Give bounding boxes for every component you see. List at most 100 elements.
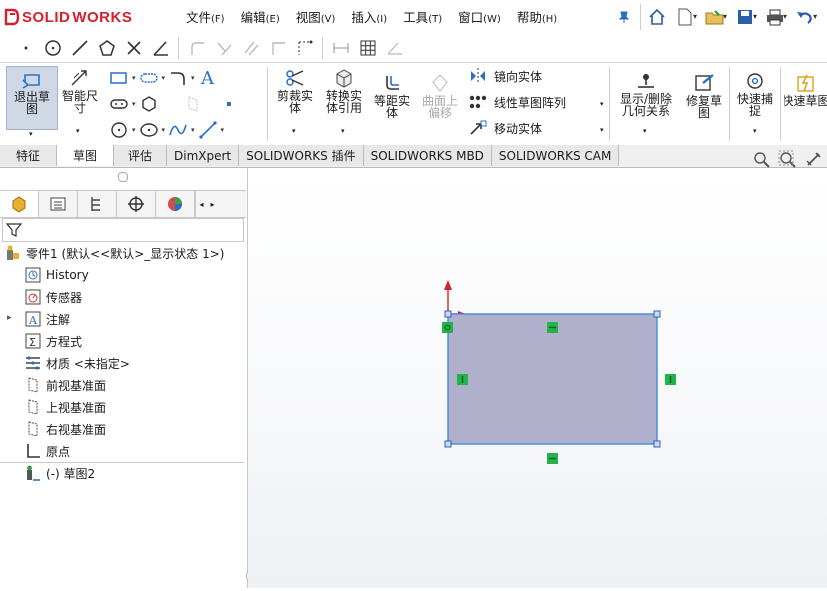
smart-dimension-button[interactable]: 智能尺寸: [58, 68, 102, 114]
menu-edit[interactable]: 编辑(E): [233, 7, 288, 26]
exit-sketch-button[interactable]: 退出草图: [6, 66, 58, 130]
move-dropdown-icon[interactable]: ▾: [600, 126, 604, 134]
horizontal-relation-icon[interactable]: [547, 322, 558, 333]
arc-tool-icon[interactable]: [167, 67, 189, 89]
open-dropdown-icon[interactable]: ▾: [723, 12, 727, 21]
linear-pattern-dropdown-icon[interactable]: ▾: [600, 100, 604, 108]
tab-sketch[interactable]: 草图: [57, 145, 114, 166]
tree-item-history[interactable]: History: [24, 266, 89, 284]
tree-item-front-plane[interactable]: 前视基准面: [24, 376, 106, 394]
polygon-small-tool-icon[interactable]: [138, 93, 160, 115]
circle-tool-icon[interactable]: [108, 119, 130, 141]
offset-entities-button[interactable]: 等距实体: [370, 73, 414, 119]
scroll-right-icon[interactable]: ▸: [210, 200, 214, 209]
menu-file[interactable]: 文件(F): [178, 7, 233, 26]
tree-item-sensors[interactable]: 传感器: [24, 288, 82, 306]
point-small-tool-icon[interactable]: [218, 93, 240, 115]
spline-tool-icon[interactable]: [167, 119, 189, 141]
tree-item-right-plane[interactable]: 右视基准面: [24, 420, 106, 438]
configuration-manager-tab-icon[interactable]: [78, 191, 117, 217]
tree-root-part[interactable]: 零件1 (默认<<默认>_显示状态 1>): [4, 244, 224, 262]
menu-help[interactable]: 帮助(H): [509, 7, 565, 26]
feature-tree-filter[interactable]: [2, 218, 244, 242]
tab-solidworks-mbd[interactable]: SOLIDWORKS MBD: [363, 145, 492, 166]
tab-solidworks-addins[interactable]: SOLIDWORKS 插件: [239, 145, 364, 166]
spline-dropdown-icon[interactable]: ▾: [191, 126, 195, 134]
corner-point[interactable]: [444, 440, 452, 448]
text-tool-icon[interactable]: A: [197, 67, 219, 89]
solidworks-logo[interactable]: SOLID WORKS: [4, 6, 132, 28]
trim-dropdown-icon[interactable]: ▾: [292, 127, 296, 135]
tree-item-annotations[interactable]: A 注解: [24, 310, 70, 328]
rectangle-dropdown-icon[interactable]: ▾: [132, 74, 136, 82]
tab-dimxpert[interactable]: DimXpert: [167, 145, 240, 166]
tab-solidworks-cam[interactable]: SOLIDWORKS CAM: [491, 145, 620, 166]
trim-entities-button[interactable]: 剪裁实体: [273, 68, 317, 114]
sketch-rectangle[interactable]: [447, 313, 658, 445]
display-manager-tab-icon[interactable]: [156, 191, 195, 217]
smart-dimension-dropdown-icon[interactable]: ▾: [76, 127, 80, 135]
rapid-sketch-button[interactable]: 快速草图: [784, 73, 827, 107]
corner-point[interactable]: [444, 310, 452, 318]
centerline-tool-icon[interactable]: [291, 36, 318, 60]
rollback-bar[interactable]: [0, 462, 244, 463]
vertical-relation-icon[interactable]: [457, 374, 468, 385]
line-small-tool-icon[interactable]: [197, 119, 219, 141]
pin-icon[interactable]: [610, 4, 638, 30]
display-delete-relations-button[interactable]: 显示/删除几何关系: [614, 71, 678, 117]
dimxpert-manager-tab-icon[interactable]: [117, 191, 156, 217]
slot-tool-icon[interactable]: [138, 67, 160, 89]
repair-sketch-button[interactable]: 修复草图: [682, 73, 726, 119]
save-dropdown-icon[interactable]: ▾: [753, 12, 757, 21]
grid-tool-icon[interactable]: [354, 36, 381, 60]
slot-dropdown-icon[interactable]: ▾: [162, 74, 166, 82]
expand-arrow-icon[interactable]: ▸: [7, 313, 12, 323]
tree-item-material[interactable]: 材质 <未指定>: [24, 354, 130, 372]
quick-snaps-button[interactable]: 快速捕捉: [733, 71, 777, 117]
coincident-relation-icon[interactable]: [442, 322, 453, 333]
convert-dropdown-icon[interactable]: ▾: [341, 127, 345, 135]
panel-splitter-handle[interactable]: [118, 172, 128, 182]
menu-view[interactable]: 视图(V): [288, 7, 344, 26]
tree-item-top-plane[interactable]: 上视基准面: [24, 398, 106, 416]
point-tool-icon[interactable]: [12, 36, 39, 60]
print-dropdown-icon[interactable]: ▾: [783, 12, 787, 21]
horizontal-relation-icon[interactable]: [547, 453, 558, 464]
vertical-relation-icon[interactable]: [665, 374, 676, 385]
quick-snaps-dropdown-icon[interactable]: ▾: [753, 127, 757, 135]
new-dropdown-icon[interactable]: ▾: [693, 12, 697, 21]
rectangle-tool-icon[interactable]: [108, 67, 130, 89]
home-icon[interactable]: [643, 4, 671, 30]
graphics-area[interactable]: [248, 168, 827, 588]
arc-dropdown-icon[interactable]: ▾: [191, 74, 195, 82]
tree-item-sketch2[interactable]: (-) 草图2: [24, 464, 95, 482]
exit-sketch-dropdown-icon[interactable]: ▾: [29, 130, 33, 138]
ellipse-dropdown-icon[interactable]: ▾: [162, 126, 166, 134]
property-manager-tab-icon[interactable]: [39, 191, 78, 217]
straight-slot-dropdown-icon[interactable]: ▾: [132, 100, 136, 108]
convert-entities-button[interactable]: 转换实体引用: [320, 68, 368, 114]
line-tool-icon[interactable]: [66, 36, 93, 60]
tree-item-equations[interactable]: Σ 方程式: [24, 332, 82, 350]
move-entities-button[interactable]: 移动实体: [468, 119, 542, 137]
tab-evaluate[interactable]: 评估: [114, 145, 167, 166]
scroll-left-icon[interactable]: ◂: [199, 200, 203, 209]
mirror-entities-button[interactable]: 镜向实体: [468, 67, 542, 85]
straight-slot-tool-icon[interactable]: [108, 93, 130, 115]
corner-point[interactable]: [653, 440, 661, 448]
filter-icon[interactable]: [6, 222, 22, 238]
polygon-tool-icon[interactable]: [93, 36, 120, 60]
tab-features[interactable]: 特征: [0, 145, 57, 166]
tree-item-origin[interactable]: 原点: [24, 442, 70, 460]
tab-scroll-arrows[interactable]: ◂ ▸: [195, 191, 218, 217]
menu-tools[interactable]: 工具(T): [395, 7, 450, 26]
sketch-canvas[interactable]: [248, 168, 827, 588]
menu-window[interactable]: 窗口(W): [450, 7, 509, 26]
corner-point[interactable]: [653, 310, 661, 318]
linear-pattern-button[interactable]: 线性草图阵列: [468, 93, 566, 111]
undo-dropdown-icon[interactable]: ▾: [813, 12, 817, 21]
center-circle-tool-icon[interactable]: [39, 36, 66, 60]
ellipse-tool-icon[interactable]: [138, 119, 160, 141]
feature-tree-tab-icon[interactable]: [0, 191, 39, 217]
circle-dropdown-icon[interactable]: ▾: [132, 126, 136, 134]
